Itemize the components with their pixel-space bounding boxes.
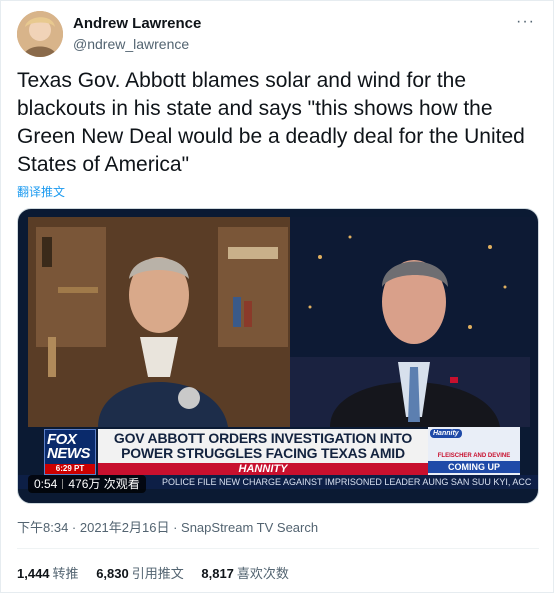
broadcast-time: 6:29 PT xyxy=(45,464,95,474)
promo-guests: FLEISCHER AND DEVINE xyxy=(437,453,511,459)
video-frame-right xyxy=(290,217,530,427)
tweet-stats: 1,444 转推 6,830 引用推文 8,817 喜欢次数 xyxy=(17,563,303,582)
retweets-label: 转推 xyxy=(52,566,79,581)
more-dots-icon[interactable]: ··· xyxy=(516,13,535,31)
badge-divider xyxy=(62,479,64,489)
tweet-card: Andrew Lawrence @ndrew_lawrence ··· Texa… xyxy=(0,0,554,593)
coming-up-promo: Hannity FLEISCHER AND DEVINE COMING UP xyxy=(428,427,520,475)
video-duration: 0:54 xyxy=(34,477,58,491)
avatar[interactable] xyxy=(17,11,63,57)
translate-tweet-link[interactable]: 翻译推文 xyxy=(17,183,65,200)
stats-divider xyxy=(17,548,539,549)
tweet-header: Andrew Lawrence @ndrew_lawrence ··· xyxy=(17,11,537,59)
video-player[interactable]: FOX NEWS 6:29 PT GOV ABBOTT ORDERS INVES… xyxy=(17,208,539,504)
video-views: 476万 次观看 xyxy=(68,477,140,491)
meta-separator: · xyxy=(169,520,182,535)
likes-count: 8,817 xyxy=(201,566,234,581)
tweet-timestamp[interactable]: 下午8:34 · 2021年2月16日 xyxy=(17,520,169,535)
tweet-text: Texas Gov. Abbott blames solar and wind … xyxy=(17,69,525,176)
tweet-source[interactable]: SnapStream TV Search xyxy=(181,520,318,535)
show-name-bar: HANNITY xyxy=(98,463,428,475)
fox-news-logo: FOX NEWS 6:29 PT xyxy=(44,429,96,475)
likes-label: 喜欢次数 xyxy=(236,566,289,581)
headline-box: GOV ABBOTT ORDERS INVESTIGATION INTO POW… xyxy=(98,429,428,476)
tweet-meta: 下午8:34 · 2021年2月16日 · SnapStream TV Sear… xyxy=(17,517,318,536)
quotes-stat[interactable]: 6,830 引用推文 xyxy=(96,563,184,582)
promo-coming-up: COMING UP xyxy=(428,461,520,473)
video-frame-left xyxy=(28,217,290,427)
display-name[interactable]: Andrew Lawrence xyxy=(73,14,201,34)
author-names: Andrew Lawrence @ndrew_lawrence xyxy=(73,14,201,54)
news-lower-third: FOX NEWS 6:29 PT GOV ABBOTT ORDERS INVES… xyxy=(18,423,538,476)
video-duration-badge[interactable]: 0:54 476万 次观看 xyxy=(28,475,146,493)
user-handle[interactable]: @ndrew_lawrence xyxy=(73,34,201,54)
likes-stat[interactable]: 8,817 喜欢次数 xyxy=(201,563,289,582)
quotes-label: 引用推文 xyxy=(131,566,184,581)
quotes-count: 6,830 xyxy=(96,566,129,581)
retweets-count: 1,444 xyxy=(17,566,50,581)
retweets-stat[interactable]: 1,444 转推 xyxy=(17,563,79,582)
fox-logo-text: FOX NEWS xyxy=(47,431,91,462)
promo-show-logo: Hannity xyxy=(430,429,462,438)
